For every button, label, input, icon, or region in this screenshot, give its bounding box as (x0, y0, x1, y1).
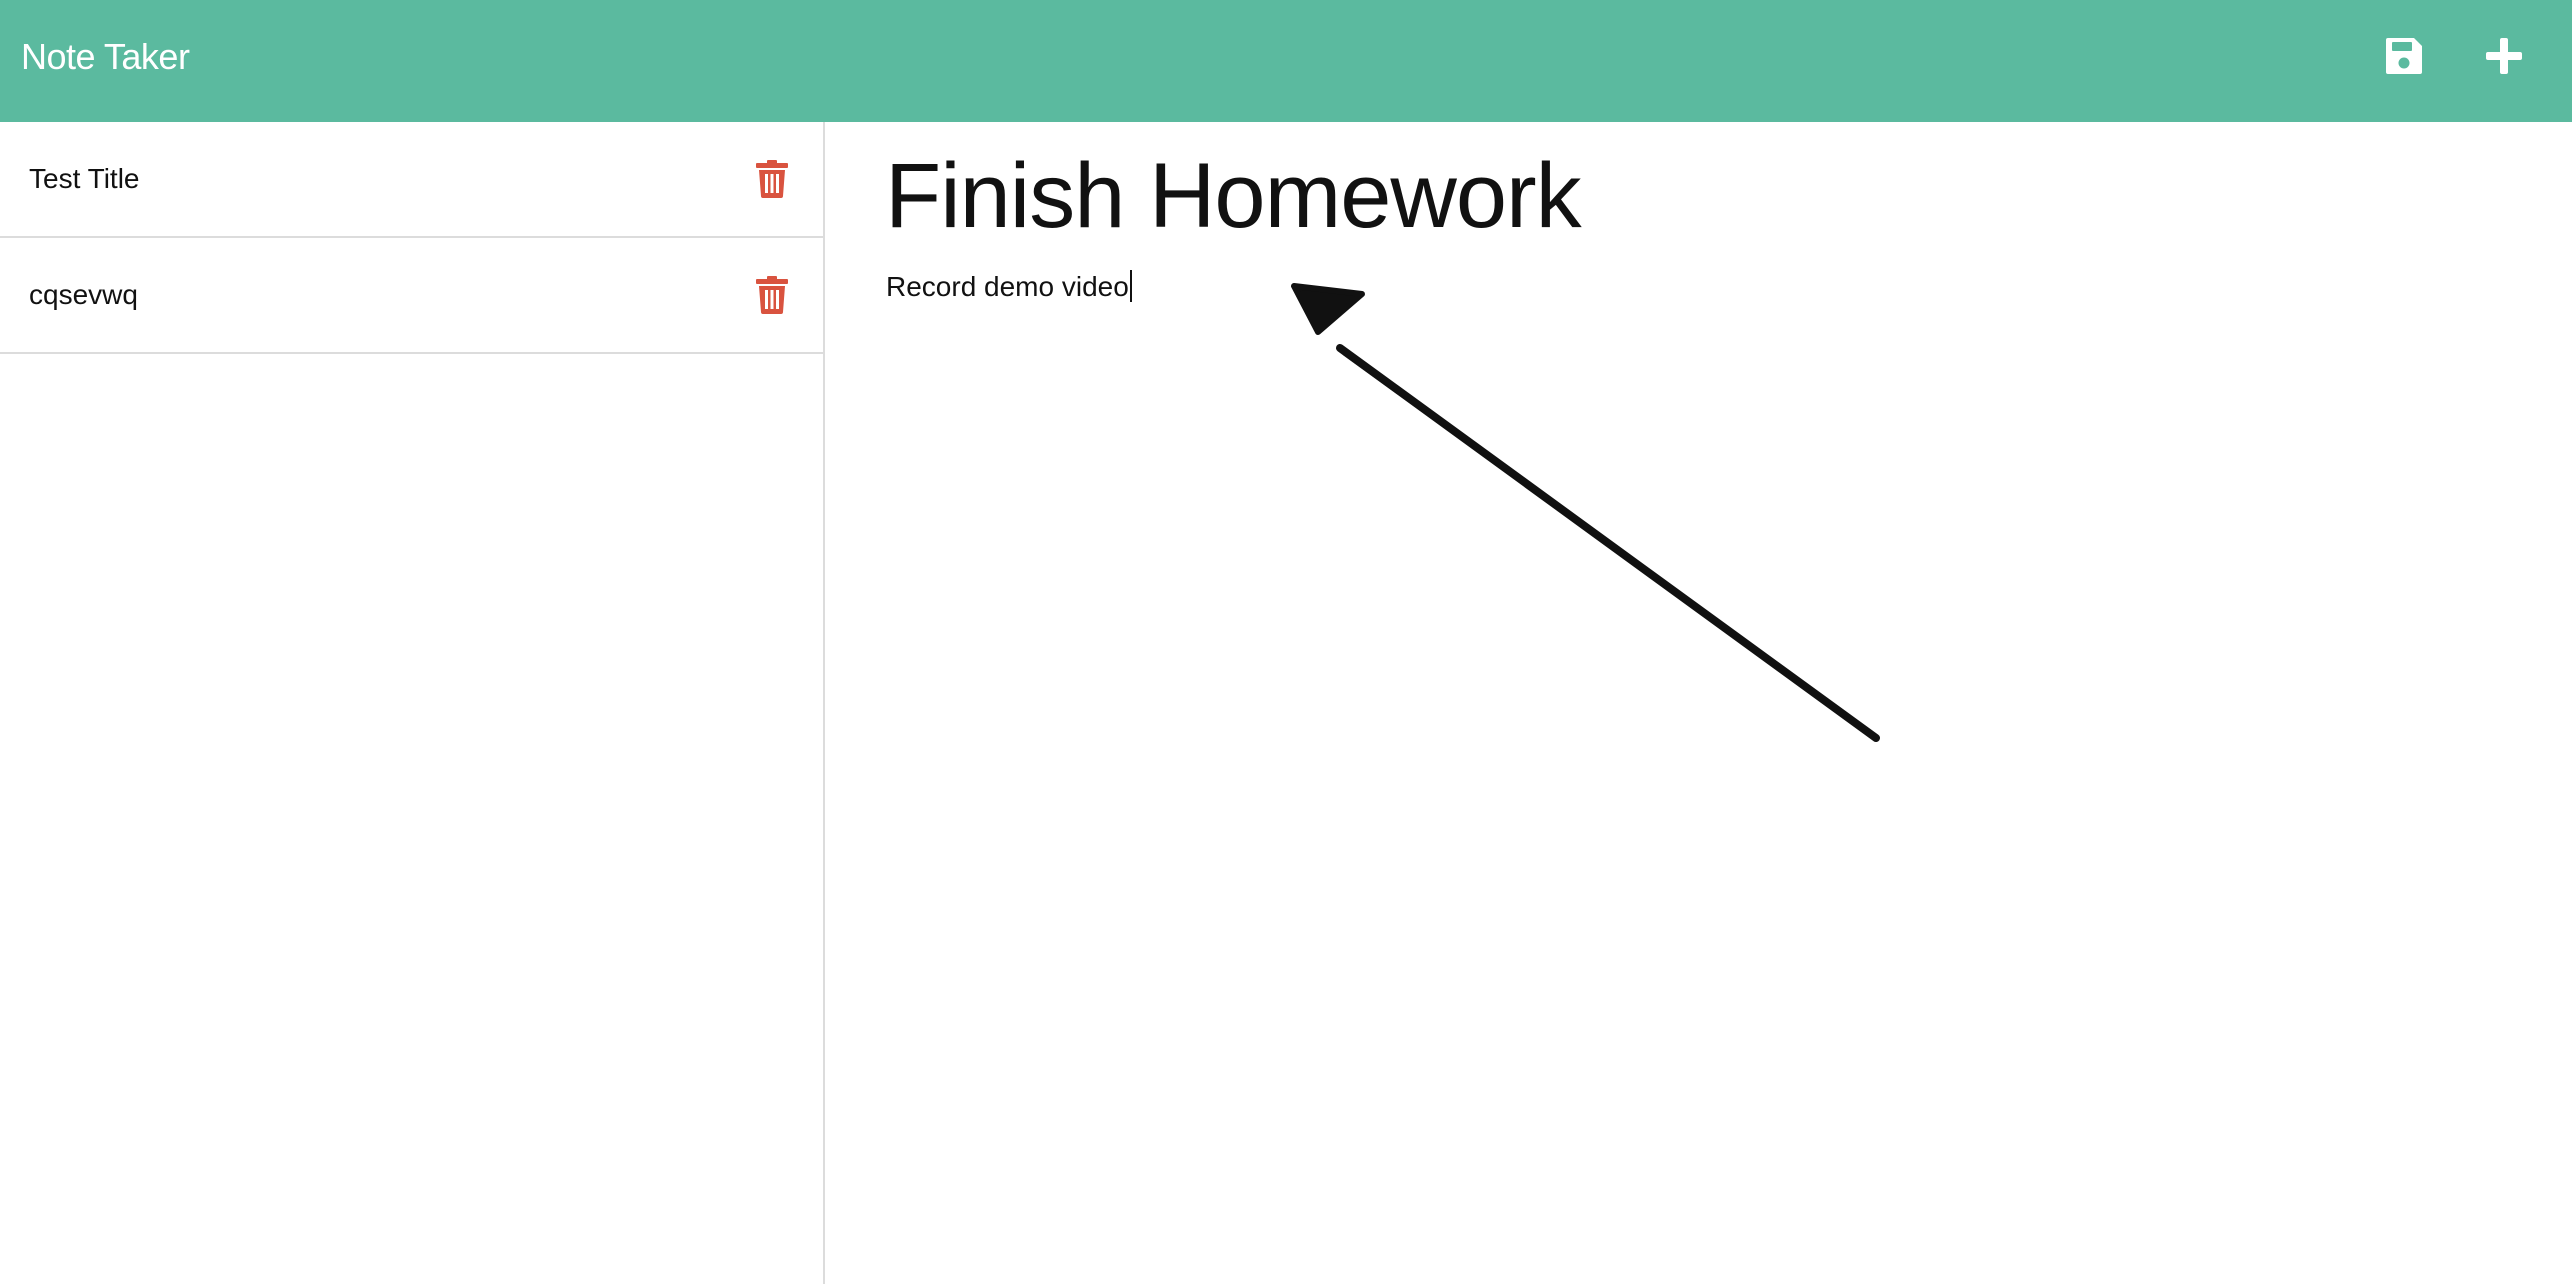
note-title-input[interactable]: Finish Homework (885, 144, 1582, 250)
hand-drawn-arrow-icon (1291, 283, 1880, 742)
floppy-disk-icon (2386, 38, 2422, 74)
delete-note-button[interactable] (752, 157, 792, 201)
note-title: cqsevwq (29, 279, 138, 310)
app-title[interactable]: Note Taker (21, 0, 190, 122)
note-text-input[interactable]: Record demo video (886, 270, 1132, 303)
trash-icon (756, 276, 788, 314)
save-note-button[interactable] (2376, 28, 2432, 84)
list-item[interactable]: cqsevwq (0, 238, 823, 354)
text-cursor (1129, 270, 1132, 302)
note-text: Record demo video (886, 271, 1129, 302)
plus-icon (2486, 38, 2522, 74)
note-title: Test Title (29, 163, 140, 194)
list-item[interactable]: Test Title (0, 122, 823, 238)
navbar: Note Taker (0, 0, 2572, 122)
trash-icon (756, 160, 788, 198)
new-note-button[interactable] (2476, 28, 2532, 84)
notes-sidebar: Test Title cqsevwq (0, 122, 825, 1284)
delete-note-button[interactable] (752, 273, 792, 317)
